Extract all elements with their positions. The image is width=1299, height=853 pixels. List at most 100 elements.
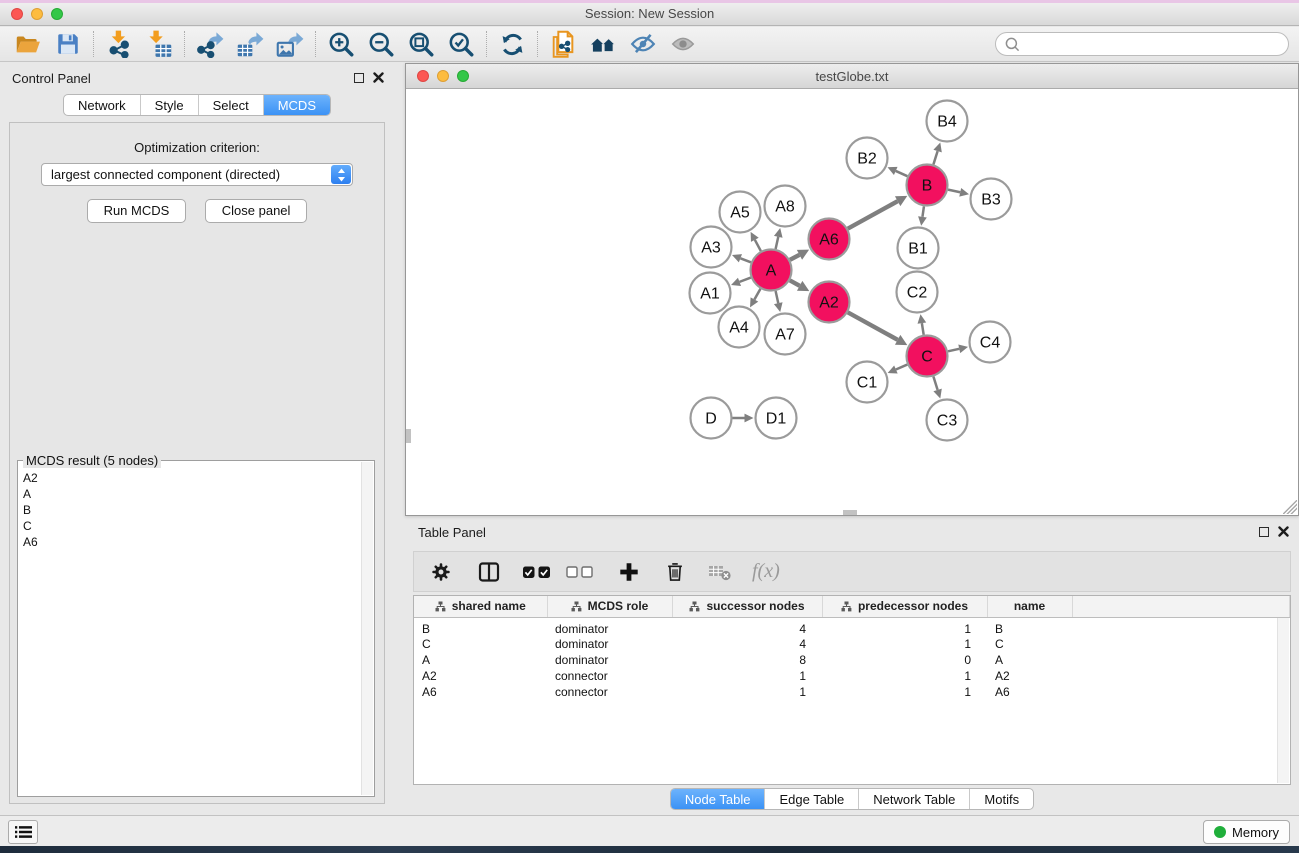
table-cell[interactable]: A [987,652,1072,668]
table-cell[interactable]: 4 [672,617,822,636]
result-item[interactable]: B [21,502,359,518]
graph-edge[interactable] [755,240,761,251]
graph-edge[interactable] [848,312,898,339]
canvas-scroll-nub-left[interactable] [406,429,411,443]
result-scrollbar[interactable] [361,462,373,795]
tab-motifs[interactable]: Motifs [969,789,1033,809]
network-canvas[interactable]: B4B2BB3A5A8A6B1A3AA1C2A2A4A7C4CC1C3DD1 [406,89,1298,515]
apply-layout-button[interactable] [492,29,532,59]
tab-network[interactable]: Network [64,95,140,115]
table-row[interactable]: A6connector11A6 [414,684,1290,700]
table-cell[interactable]: B [414,617,547,636]
export-network-button[interactable] [190,29,230,59]
tab-edge-table[interactable]: Edge Table [764,789,858,809]
graph-edge[interactable] [776,291,779,303]
float-panel-icon[interactable] [1259,527,1269,537]
tab-network-table[interactable]: Network Table [858,789,969,809]
table-cell[interactable]: dominator [547,617,672,636]
graph-edge[interactable] [922,206,924,217]
table-cell[interactable]: 4 [672,636,822,652]
table-cell[interactable]: 0 [822,652,987,668]
table-cell[interactable]: A6 [414,684,547,700]
hide-selected-button[interactable] [623,29,663,59]
zoom-fit-button[interactable] [401,29,441,59]
table-cell[interactable]: 1 [672,684,822,700]
zoom-out-button[interactable] [361,29,401,59]
deselect-all-button[interactable] [566,558,594,586]
column-header[interactable]: shared name [414,596,547,617]
graph-edge[interactable] [948,349,959,352]
table-cell[interactable]: B [987,617,1072,636]
graph-edge[interactable] [948,190,960,193]
table-cell[interactable]: A [414,652,547,668]
column-header[interactable]: MCDS role [547,596,672,617]
graph-edge[interactable] [848,201,898,228]
import-network-button[interactable] [99,29,139,59]
result-item[interactable]: C [21,518,359,534]
delete-column-button[interactable] [662,558,688,586]
table-cell[interactable]: 1 [822,636,987,652]
search-input[interactable] [1021,34,1280,54]
result-item[interactable]: A2 [21,470,359,486]
table-cell[interactable]: A6 [987,684,1072,700]
tab-node-table[interactable]: Node Table [671,789,765,809]
export-table-button[interactable] [230,29,270,59]
graph-edge[interactable] [754,289,760,300]
run-mcds-button[interactable]: Run MCDS [87,199,187,223]
graph-edge[interactable] [922,323,924,335]
close-panel-button[interactable]: Close panel [205,199,308,223]
table-cell[interactable]: connector [547,668,672,684]
table-cell[interactable]: C [987,636,1072,652]
select-all-button[interactable] [522,558,552,586]
graph-edge[interactable] [933,151,937,164]
column-header[interactable]: successor nodes [672,596,822,617]
table-cell[interactable]: 1 [822,684,987,700]
result-item[interactable]: A [21,486,359,502]
table-cell[interactable]: 8 [672,652,822,668]
show-all-button[interactable] [663,29,703,59]
function-builder-button[interactable]: f(x) [752,558,780,586]
graph-edge[interactable] [776,237,779,249]
column-header[interactable]: predecessor nodes [822,596,987,617]
table-cell[interactable]: A2 [987,668,1072,684]
delete-table-button[interactable] [708,558,734,586]
memory-button[interactable]: Memory [1203,820,1290,844]
network-graph[interactable]: B4B2BB3A5A8A6B1A3AA1C2A2A4A7C4CC1C3DD1 [406,89,1298,515]
table-row[interactable]: Adominator80A [414,652,1290,668]
zoom-selected-button[interactable] [441,29,481,59]
export-image-button[interactable] [270,29,310,59]
float-panel-icon[interactable] [354,73,364,83]
table-cell[interactable]: dominator [547,636,672,652]
mcds-result-list[interactable]: A2ABCA6 [21,470,359,794]
table-row[interactable]: Bdominator41B [414,617,1290,636]
column-layout-button[interactable] [476,558,502,586]
node-table[interactable]: shared nameMCDS rolesuccessor nodesprede… [414,596,1290,700]
criterion-dropdown[interactable]: largest connected component (directed) [41,163,353,186]
graph-edge[interactable] [790,280,800,285]
canvas-scroll-nub-bottom[interactable] [843,510,857,515]
open-session-button[interactable] [8,29,48,59]
graph-edge[interactable] [739,278,750,282]
table-cell[interactable]: 1 [822,617,987,636]
new-network-from-selection-button[interactable] [543,29,583,59]
save-session-button[interactable] [48,29,88,59]
table-scrollbar[interactable] [1277,618,1289,783]
search-field[interactable] [995,32,1289,56]
import-table-button[interactable] [139,29,179,59]
first-neighbors-button[interactable] [583,29,623,59]
close-panel-icon[interactable] [373,72,384,83]
add-column-button[interactable] [616,558,642,586]
column-header[interactable]: name [987,596,1072,617]
table-row[interactable]: A2connector11A2 [414,668,1290,684]
graph-edge[interactable] [933,377,937,390]
tab-style[interactable]: Style [140,95,198,115]
table-cell[interactable]: dominator [547,652,672,668]
table-row[interactable]: Cdominator41C [414,636,1290,652]
table-cell[interactable]: connector [547,684,672,700]
zoom-in-button[interactable] [321,29,361,59]
task-history-button[interactable] [8,820,38,844]
graph-edge[interactable] [790,255,799,260]
resize-grip[interactable] [1283,500,1297,514]
settings-gear-button[interactable] [428,558,454,586]
close-panel-icon[interactable] [1278,526,1289,537]
